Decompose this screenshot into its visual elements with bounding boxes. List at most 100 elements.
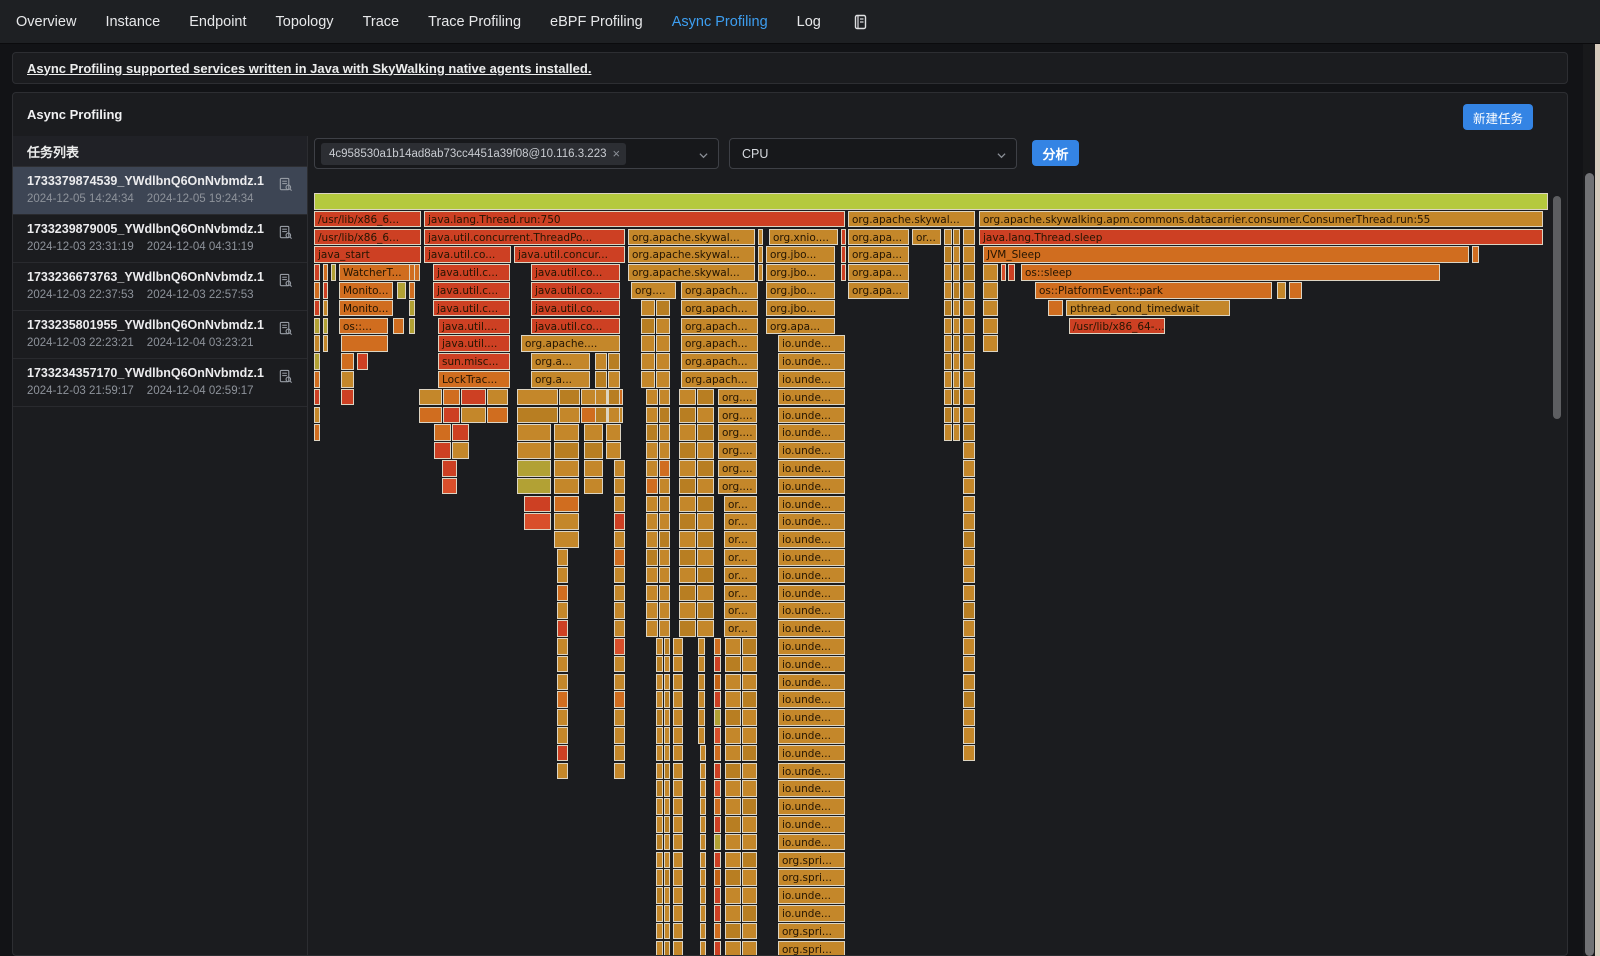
flame-cell[interactable]	[963, 353, 975, 370]
flame-cell[interactable]	[656, 798, 663, 815]
flame-cell[interactable]	[697, 620, 714, 637]
flame-cell[interactable]: org.xnio....	[769, 229, 838, 246]
flame-cell[interactable]	[557, 745, 568, 762]
flame-cell[interactable]	[664, 727, 670, 744]
flame-cell[interactable]	[656, 638, 663, 655]
flame-cell[interactable]: sun.misc...	[438, 353, 510, 370]
flame-cell[interactable]	[963, 549, 975, 566]
flame-cell[interactable]	[714, 798, 721, 815]
flame-cell[interactable]	[963, 674, 975, 691]
flame-cell[interactable]	[409, 264, 415, 281]
flame-cell[interactable]	[673, 763, 683, 780]
flame-cell[interactable]: org.jbo...	[766, 282, 835, 299]
flame-cell[interactable]: io.unde...	[778, 638, 845, 655]
flame-cell[interactable]: io.unde...	[778, 602, 845, 619]
flame-cell[interactable]	[944, 371, 952, 388]
flame-cell[interactable]	[963, 229, 975, 246]
flame-cell[interactable]	[656, 905, 663, 922]
flame-cell[interactable]	[953, 335, 960, 352]
flame-cell[interactable]	[679, 549, 696, 566]
flame-cell[interactable]	[419, 407, 442, 424]
flame-cell[interactable]	[614, 585, 625, 602]
flame-cell[interactable]: java.util.co...	[531, 282, 620, 299]
flame-cell[interactable]: java.util.co...	[531, 318, 620, 335]
flame-cell[interactable]	[557, 656, 568, 673]
flame-cell[interactable]	[673, 816, 683, 833]
flame-cell[interactable]	[697, 531, 714, 548]
flame-cell[interactable]	[614, 620, 625, 637]
flame-cell[interactable]	[963, 389, 975, 406]
flame-cell[interactable]: io.unde...	[778, 816, 845, 833]
flame-cell[interactable]	[714, 709, 721, 726]
flame-cell[interactable]	[595, 407, 607, 424]
flame-cell[interactable]	[963, 727, 975, 744]
flame-cell[interactable]	[714, 727, 721, 744]
flame-cell[interactable]	[641, 371, 655, 388]
flame-cell[interactable]	[714, 905, 721, 922]
flame-cell[interactable]	[419, 389, 442, 406]
flame-cell[interactable]	[608, 407, 620, 424]
flame-cell[interactable]	[1048, 300, 1063, 317]
flame-cell[interactable]: java.util.co...	[424, 246, 511, 263]
flame-cell[interactable]	[714, 923, 721, 940]
flame-cell[interactable]	[963, 478, 975, 495]
flame-cell[interactable]	[963, 282, 975, 299]
flame-cell[interactable]	[614, 513, 625, 530]
flame-cell[interactable]	[679, 513, 696, 530]
flame-cell[interactable]	[742, 923, 757, 940]
flame-cell[interactable]	[659, 513, 670, 530]
flame-cell[interactable]	[679, 567, 696, 584]
flame-cell[interactable]	[554, 442, 579, 459]
flame-cell[interactable]	[646, 602, 658, 619]
flame-cell[interactable]	[944, 407, 952, 424]
flame-cell[interactable]	[841, 246, 846, 263]
flame-cell[interactable]: or...	[724, 602, 757, 619]
flame-cell[interactable]	[641, 300, 655, 317]
flame-cell[interactable]: org.apa...	[848, 264, 909, 281]
flame-cell[interactable]	[314, 389, 320, 406]
flame-cell[interactable]: io.unde...	[778, 496, 845, 513]
flame-cell[interactable]	[963, 585, 975, 602]
flame-cell[interactable]	[517, 389, 558, 406]
flame-cell[interactable]	[953, 318, 960, 335]
flame-cell[interactable]	[983, 335, 998, 352]
flame-cell[interactable]: Monito...	[339, 282, 393, 299]
flame-cell[interactable]	[714, 745, 721, 762]
flame-cell[interactable]: java.util.concurrent.ThreadPo...	[424, 229, 625, 246]
flame-cell[interactable]: org.apache.skywal...	[628, 246, 755, 263]
flame-cell[interactable]	[714, 941, 721, 956]
flame-cell[interactable]	[323, 318, 328, 335]
flame-cell[interactable]	[725, 905, 741, 922]
flame-cell[interactable]	[646, 496, 658, 513]
flame-cell[interactable]	[725, 691, 741, 708]
flame-cell[interactable]	[341, 353, 354, 370]
flame-cell[interactable]	[742, 780, 757, 797]
flame-cell[interactable]	[434, 442, 451, 459]
flame-cell[interactable]: io.unde...	[778, 763, 845, 780]
flame-cell[interactable]	[641, 335, 655, 352]
flame-cell[interactable]: os::...	[339, 318, 388, 335]
flame-cell[interactable]	[614, 549, 625, 566]
flame-cell[interactable]	[700, 852, 706, 869]
flame-cell[interactable]	[742, 727, 757, 744]
flame-cell[interactable]	[742, 905, 757, 922]
flame-cell[interactable]: org.apache.skywal...	[848, 211, 975, 228]
flame-cell[interactable]	[656, 941, 663, 956]
flame-cell[interactable]	[434, 424, 451, 441]
flame-cell[interactable]	[725, 869, 741, 886]
flame-cell[interactable]	[841, 229, 846, 246]
flame-cell[interactable]: io.unde...	[778, 887, 845, 904]
flame-cell[interactable]	[714, 780, 721, 797]
flame-cell[interactable]	[314, 282, 320, 299]
flame-cell[interactable]	[953, 424, 960, 441]
flame-cell[interactable]	[944, 424, 952, 441]
flame-cell[interactable]	[584, 442, 603, 459]
flame-cell[interactable]	[697, 460, 714, 477]
flame-cell[interactable]: /usr/lib/x86_6...	[314, 211, 421, 228]
flame-cell[interactable]	[557, 709, 568, 726]
flame-cell[interactable]	[659, 389, 670, 406]
flame-cell[interactable]	[673, 745, 683, 762]
flame-cell[interactable]	[673, 727, 683, 744]
flame-cell[interactable]: io.unde...	[778, 335, 845, 352]
flame-cell[interactable]	[557, 602, 568, 619]
